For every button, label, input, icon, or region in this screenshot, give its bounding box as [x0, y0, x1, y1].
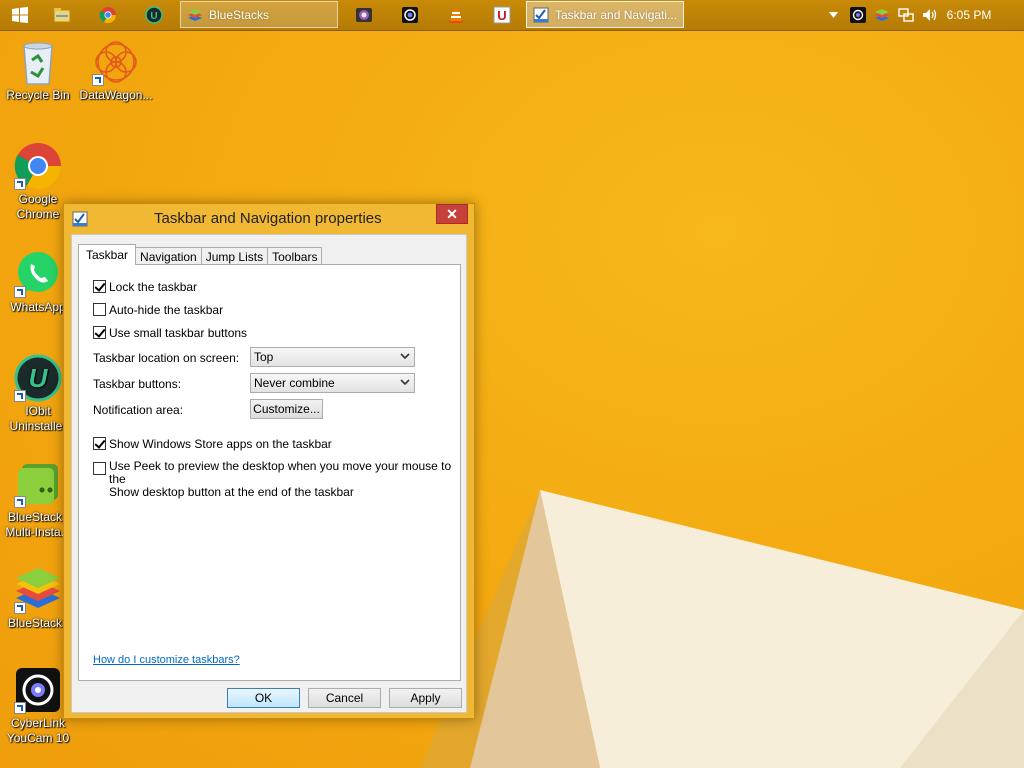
- taskbar-window-bluestacks[interactable]: BlueStacks: [180, 1, 338, 28]
- peek-checkbox[interactable]: [93, 462, 106, 475]
- shortcut-arrow-icon: [14, 390, 26, 402]
- peek-label-line2: Show desktop button at the end of the ta…: [109, 485, 354, 499]
- properties-icon: [72, 211, 88, 227]
- taskbar-window-label: BlueStacks: [209, 7, 270, 22]
- network-tray-button[interactable]: [896, 0, 916, 30]
- bluestacks-icon: [188, 8, 202, 21]
- tab-strip: Taskbar Navigation Jump Lists Toolbars: [78, 243, 323, 265]
- shortcut-arrow-icon: [92, 74, 104, 86]
- camera-app-taskbar-button[interactable]: [344, 1, 384, 29]
- store-apps-label: Show Windows Store apps on the taskbar: [109, 437, 332, 451]
- apply-button[interactable]: Apply: [389, 688, 462, 708]
- taskbar-buttons-label: Taskbar buttons:: [93, 377, 182, 391]
- taskbar: U BlueStacks U Taskbar and Navigati... 6…: [0, 0, 1024, 31]
- dialog-body: Taskbar Navigation Jump Lists Toolbars L…: [71, 234, 467, 713]
- small-buttons-label: Use small taskbar buttons: [109, 326, 248, 340]
- desktop-icon-label: Recycle Bin: [6, 88, 70, 102]
- show-hidden-icons-button[interactable]: [826, 0, 840, 30]
- shortcut-arrow-icon: [14, 602, 26, 614]
- taskbar-location-value: Top: [254, 350, 274, 364]
- u-app-taskbar-button[interactable]: U: [482, 1, 522, 29]
- ok-button[interactable]: OK: [227, 688, 300, 708]
- lock-taskbar-option[interactable]: Lock the taskbar: [93, 280, 197, 294]
- taskbar-window-label: Taskbar and Navigati...: [555, 7, 678, 22]
- svg-text:U: U: [497, 8, 506, 23]
- peek-option[interactable]: Use Peek to preview the desktop when you…: [93, 460, 460, 499]
- desktop-icon-recycle-bin[interactable]: Recycle Bin: [0, 38, 76, 103]
- svg-text:U: U: [29, 363, 49, 393]
- bluestacks-tray-icon: [875, 9, 889, 21]
- store-apps-option[interactable]: Show Windows Store apps on the taskbar: [93, 437, 332, 451]
- iobit-uninstaller-icon: U: [145, 6, 163, 24]
- file-explorer-icon: [53, 8, 71, 23]
- vlc-icon: [449, 7, 463, 23]
- small-buttons-checkbox[interactable]: [93, 326, 106, 339]
- small-buttons-option[interactable]: Use small taskbar buttons: [93, 326, 247, 340]
- chrome-taskbar-button[interactable]: [88, 1, 128, 29]
- chevron-down-icon: [400, 379, 410, 386]
- circle-app-taskbar-button[interactable]: [390, 1, 430, 29]
- dialog-title-bar[interactable]: Taskbar and Navigation properties: [64, 204, 474, 234]
- desktop-icon-label: CyberLink YouCam 10: [6, 716, 70, 745]
- start-button[interactable]: [0, 1, 40, 29]
- customize-button[interactable]: Customize...: [250, 399, 323, 419]
- lock-taskbar-checkbox[interactable]: [93, 280, 106, 293]
- tab-navigation[interactable]: Navigation: [135, 247, 202, 265]
- auto-hide-label: Auto-hide the taskbar: [109, 303, 224, 317]
- tab-toolbars[interactable]: Toolbars: [267, 247, 323, 265]
- desktop-icon-label: DataWagon...: [79, 88, 153, 102]
- taskbar-buttons-select[interactable]: Never combine: [250, 373, 415, 393]
- chevron-down-icon: [828, 12, 838, 18]
- vlc-taskbar-button[interactable]: [436, 1, 476, 29]
- auto-hide-checkbox[interactable]: [93, 303, 106, 316]
- start-icon: [12, 7, 28, 23]
- shortcut-arrow-icon: [14, 286, 26, 298]
- taskbar-location-select[interactable]: Top: [250, 347, 415, 367]
- tab-jump-lists[interactable]: Jump Lists: [200, 247, 269, 265]
- recycle-bin-icon: [23, 42, 53, 85]
- properties-icon: [533, 7, 549, 22]
- chrome-icon: [99, 7, 117, 24]
- webcam-tray-button[interactable]: [848, 0, 868, 30]
- network-icon: [898, 8, 914, 22]
- circle-app-icon: [402, 7, 418, 23]
- close-button[interactable]: ✕: [436, 204, 468, 224]
- shortcut-arrow-icon: [14, 496, 26, 508]
- peek-label-line1: Use Peek to preview the desktop when you…: [109, 459, 452, 486]
- dialog-title: Taskbar and Navigation properties: [154, 210, 382, 227]
- webcam-tray-icon: [850, 7, 866, 23]
- cancel-button[interactable]: Cancel: [308, 688, 381, 708]
- svg-text:U: U: [150, 11, 157, 22]
- notification-area-label: Notification area:: [93, 403, 184, 417]
- taskbar-clock[interactable]: 6:05 PM: [914, 0, 1024, 30]
- shortcut-arrow-icon: [14, 702, 26, 714]
- taskbar-window-taskbar-properties[interactable]: Taskbar and Navigati...: [526, 1, 684, 28]
- bluestacks-tray-button[interactable]: [872, 0, 892, 30]
- lock-taskbar-label: Lock the taskbar: [109, 280, 198, 294]
- desktop-icon-datawagon[interactable]: DataWagon...: [78, 38, 154, 103]
- camera-app-icon: [356, 8, 372, 22]
- u-app-icon: U: [493, 6, 511, 24]
- tab-taskbar[interactable]: Taskbar: [78, 244, 137, 265]
- help-link[interactable]: How do I customize taskbars?: [93, 654, 240, 666]
- taskbar-buttons-value: Never combine: [254, 376, 335, 390]
- auto-hide-option[interactable]: Auto-hide the taskbar: [93, 303, 223, 317]
- taskbar-location-label: Taskbar location on screen:: [93, 351, 240, 365]
- close-icon: ✕: [446, 205, 458, 222]
- store-apps-checkbox[interactable]: [93, 437, 106, 450]
- shortcut-arrow-icon: [14, 178, 26, 190]
- chevron-down-icon: [400, 353, 410, 360]
- taskbar-tab-panel: Lock the taskbar Auto-hide the taskbar U…: [78, 264, 461, 681]
- peek-label: Use Peek to preview the desktop when you…: [109, 460, 460, 499]
- iobit-taskbar-button[interactable]: U: [134, 1, 174, 29]
- file-explorer-button[interactable]: [42, 1, 82, 29]
- taskbar-properties-dialog: Taskbar and Navigation properties ✕ Task…: [63, 203, 475, 719]
